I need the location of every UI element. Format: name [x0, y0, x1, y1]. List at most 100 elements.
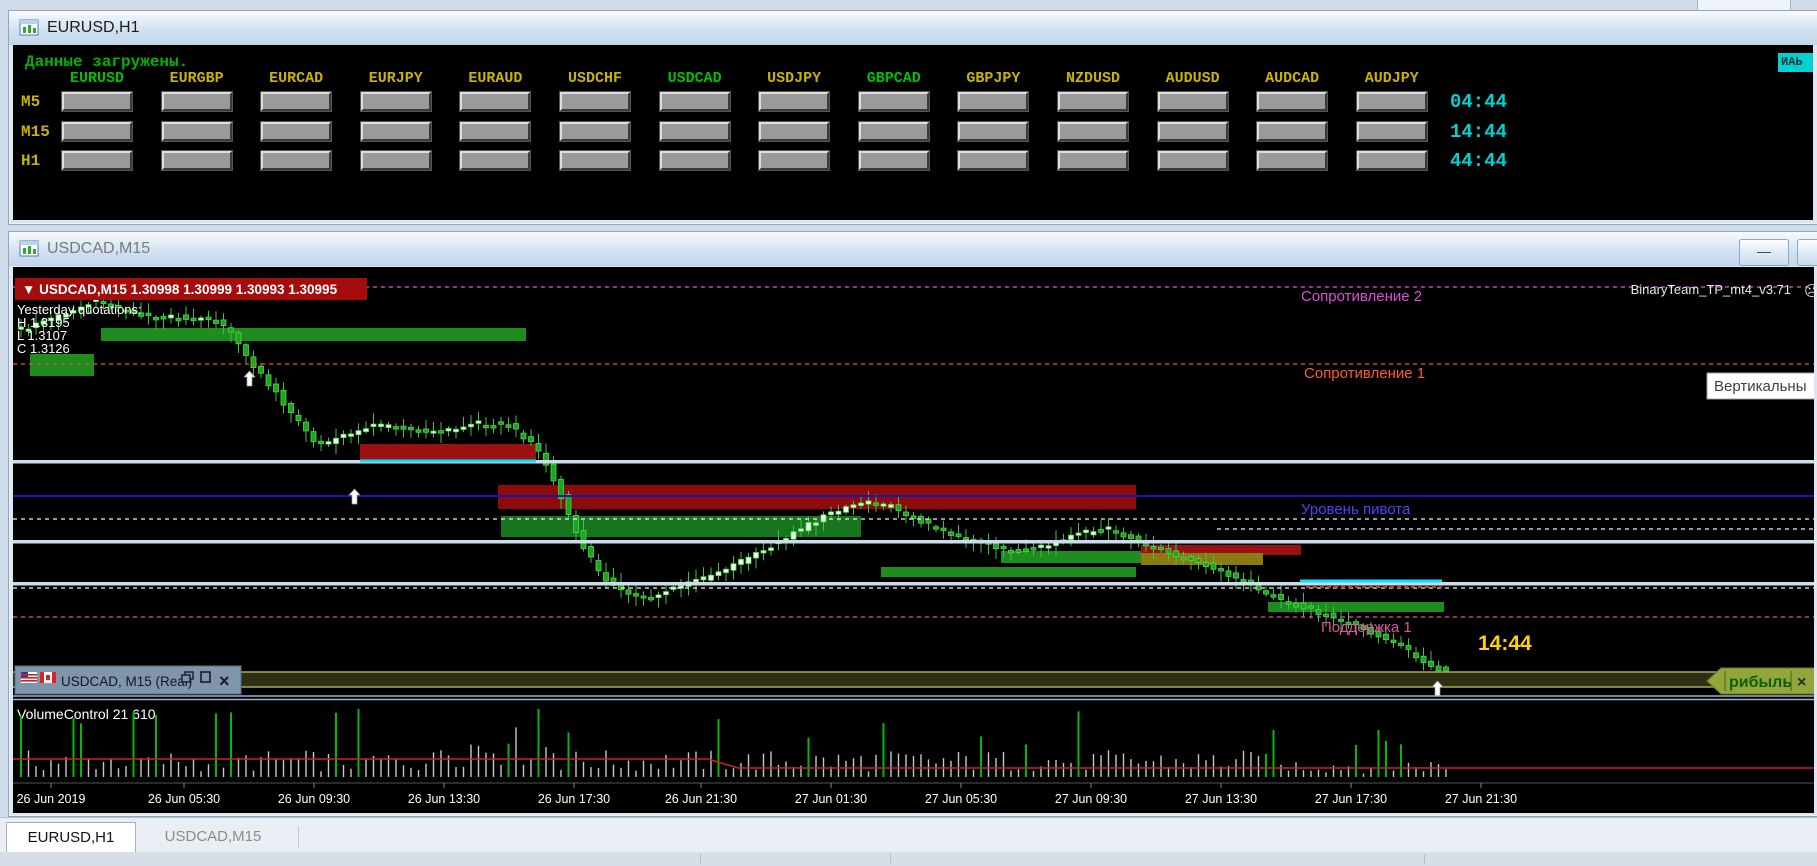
signal-button-usdchf-h1[interactable]	[560, 151, 630, 170]
signal-button-eurcad-m15[interactable]	[261, 122, 331, 141]
signal-button-usdcad-m5[interactable]	[660, 92, 730, 111]
signal-button-eurjpy-m5[interactable]	[361, 92, 431, 111]
time-axis-label: 26 Jun 2019	[17, 792, 86, 806]
pair-header-eurcad: EURCAD	[248, 70, 344, 87]
time-axis-label: 26 Jun 09:30	[278, 792, 350, 806]
signal-button-gbpjpy-h1[interactable]	[958, 151, 1028, 170]
pair-header-audcad: AUDCAD	[1244, 70, 1340, 87]
signal-button-audjpy-h1[interactable]	[1357, 151, 1427, 170]
usdcad-chart-canvas[interactable]: ▼ USDCAD,M15 1.30998 1.30999 1.30993 1.3…	[13, 267, 1814, 813]
time-axis-label: 26 Jun 13:30	[408, 792, 480, 806]
signal-button-usdjpy-m15[interactable]	[759, 122, 829, 141]
mini-close-icon[interactable]: ×	[219, 671, 230, 691]
pair-header-eurgbp: EURGBP	[149, 70, 245, 87]
tooltip-vertical-lines: Вертикальны	[1707, 373, 1814, 399]
pair-header-usdchf: USDCHF	[547, 70, 643, 87]
signal-button-gbpjpy-m5[interactable]	[958, 92, 1028, 111]
mt4-workspace: EURUSD,H1 Данные загружены. ИАЬ EURUSDEU…	[0, 0, 1817, 866]
tab-usdcad-m15[interactable]: USDCAD,M15	[138, 822, 288, 852]
time-axis-label: 27 Jun 01:30	[795, 792, 867, 806]
signal-button-usdchf-m5[interactable]	[560, 92, 630, 111]
signal-button-gbpcad-m5[interactable]	[859, 92, 929, 111]
time-axis-label: 26 Jun 21:30	[665, 792, 737, 806]
indicator-smiley-icon[interactable]: ☹	[1804, 283, 1814, 300]
pair-header-nzdusd: NZDUSD	[1045, 70, 1141, 87]
time-axis-label: 26 Jun 05:30	[148, 792, 220, 806]
signal-button-audjpy-m5[interactable]	[1357, 92, 1427, 111]
zone-green-right	[1001, 551, 1141, 563]
signal-button-usdjpy-m5[interactable]	[759, 92, 829, 111]
pair-header-usdcad: USDCAD	[647, 70, 743, 87]
volume-pane: VolumeControl 21 610	[13, 706, 1814, 777]
profit-badge-close-icon[interactable]: ×	[1797, 674, 1806, 691]
label-resistance-2: Сопротивление 2	[1301, 288, 1422, 305]
window-title: EURUSD,H1	[47, 19, 139, 37]
usdcad-chart-area: ▼ USDCAD,M15 1.30998 1.30999 1.30993 1.3…	[13, 267, 1814, 813]
chart-tabbar: EURUSD,H1 USDCAD,M15	[0, 817, 1817, 853]
maximize-button[interactable]	[1797, 239, 1817, 266]
signal-button-gbpcad-h1[interactable]	[859, 151, 929, 170]
signal-button-audcad-m15[interactable]	[1257, 122, 1327, 141]
chart-window-icon	[19, 19, 39, 37]
olive-band	[13, 672, 1814, 687]
signal-button-usdcad-m15[interactable]	[660, 122, 730, 141]
signal-button-eurgbp-m5[interactable]	[162, 92, 232, 111]
signal-button-eurusd-m15[interactable]	[62, 122, 132, 141]
signal-button-eurjpy-m15[interactable]	[361, 122, 431, 141]
time-axis-label: 27 Jun 09:30	[1055, 792, 1127, 806]
time-axis-label: 27 Jun 05:30	[925, 792, 997, 806]
zone-olive-small	[1141, 553, 1263, 565]
tab-eurusd-h1[interactable]: EURUSD,H1	[6, 822, 136, 853]
pair-header-audjpy: AUDJPY	[1344, 70, 1440, 87]
mini-window-titlebar[interactable]: USDCAD, M15 (Real) ×	[15, 666, 241, 694]
eurusd-titlebar[interactable]: EURUSD,H1	[9, 11, 1817, 45]
signal-button-nzdusd-m5[interactable]	[1058, 92, 1128, 111]
pair-header-gbpcad: GBPCAD	[846, 70, 942, 87]
signal-button-audusd-m5[interactable]	[1158, 92, 1228, 111]
signal-button-usdjpy-h1[interactable]	[759, 151, 829, 170]
pair-header-audusd: AUDUSD	[1145, 70, 1241, 87]
signal-button-audcad-m5[interactable]	[1257, 92, 1327, 111]
candle-timer-m15: 14:44	[1450, 121, 1507, 143]
signal-panel: Данные загружены. ИАЬ EURUSDEURGBPEURCAD…	[13, 45, 1813, 220]
signal-button-gbpjpy-m15[interactable]	[958, 122, 1028, 141]
pair-header-eurjpy: EURJPY	[348, 70, 444, 87]
signal-button-usdcad-h1[interactable]	[660, 151, 730, 170]
signal-button-eurjpy-h1[interactable]	[361, 151, 431, 170]
signal-button-nzdusd-m15[interactable]	[1058, 122, 1128, 141]
timeframe-label-m15: M15	[21, 123, 50, 141]
minimize-button[interactable]: —	[1739, 239, 1789, 266]
pair-header-eurusd: EURUSD	[49, 70, 145, 87]
zone-red-strip	[360, 444, 536, 460]
signal-button-gbpcad-m15[interactable]	[859, 122, 929, 141]
signal-button-eurcad-m5[interactable]	[261, 92, 331, 111]
signal-button-euraud-m5[interactable]	[460, 92, 530, 111]
signal-button-eurgbp-h1[interactable]	[162, 151, 232, 170]
signal-button-audcad-h1[interactable]	[1257, 151, 1327, 170]
mini-window-title: USDCAD, M15 (Real)	[61, 674, 192, 689]
signal-button-euraud-h1[interactable]	[460, 151, 530, 170]
chart-window-icon	[19, 240, 39, 258]
signal-button-euraud-m15[interactable]	[460, 122, 530, 141]
quote-text: ▼ USDCAD,M15 1.30998 1.30999 1.30993 1.3…	[22, 282, 338, 297]
signal-button-audusd-m15[interactable]	[1158, 122, 1228, 141]
signal-button-usdchf-m15[interactable]	[560, 122, 630, 141]
status-bar	[0, 852, 1817, 866]
supply-demand-zones	[30, 328, 1444, 612]
profit-badge[interactable]: рибыль×	[1707, 668, 1814, 694]
label-resistance-1: Сопротивление 1	[1304, 365, 1425, 382]
signal-button-eurusd-m5[interactable]	[62, 92, 132, 111]
signal-button-eurusd-h1[interactable]	[62, 151, 132, 170]
signal-button-eurcad-h1[interactable]	[261, 151, 331, 170]
usdcad-titlebar[interactable]: USDCAD,M15	[9, 232, 1817, 266]
signal-button-audusd-h1[interactable]	[1158, 151, 1228, 170]
signal-button-audjpy-m15[interactable]	[1357, 122, 1427, 141]
timeframe-label-h1: H1	[21, 152, 40, 170]
corner-badge[interactable]: ИАЬ	[1778, 53, 1813, 72]
signal-button-eurgbp-m15[interactable]	[162, 122, 232, 141]
candle-countdown: 14:44	[1478, 632, 1532, 655]
candlestick-series	[19, 292, 1449, 675]
time-axis-label: 27 Jun 13:30	[1185, 792, 1257, 806]
signal-button-nzdusd-h1[interactable]	[1058, 151, 1128, 170]
time-axis-label: 27 Jun 21:30	[1445, 792, 1517, 806]
